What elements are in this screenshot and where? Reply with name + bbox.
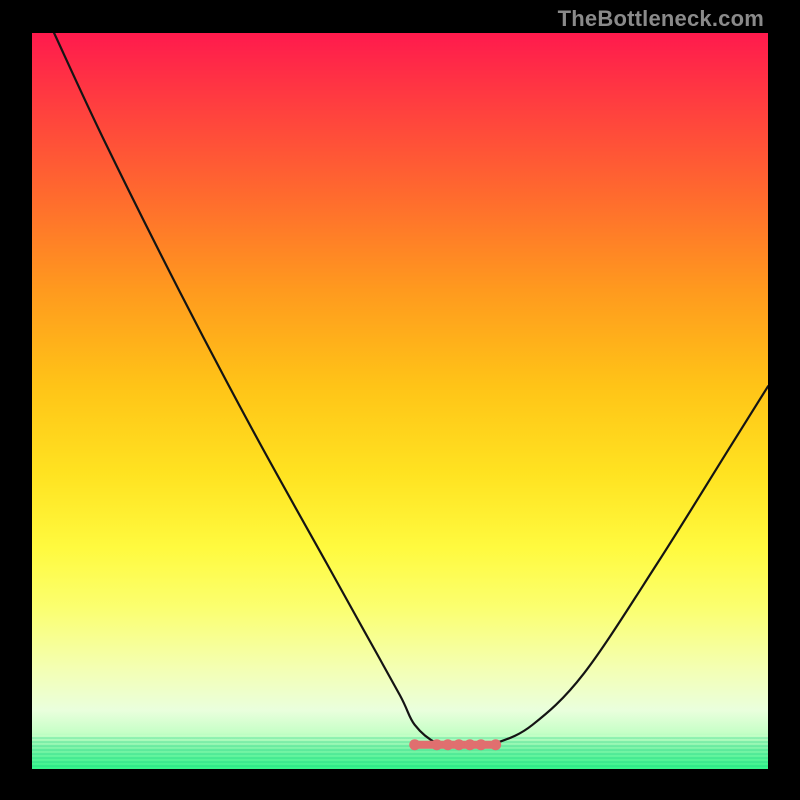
- optimal-point-dot: [490, 739, 501, 750]
- bottleneck-curve: [54, 33, 768, 747]
- optimal-point-dot: [409, 739, 420, 750]
- bottleneck-curve-svg: [32, 33, 768, 769]
- optimal-point-dot: [442, 739, 453, 750]
- watermark-text: TheBottleneck.com: [558, 6, 764, 32]
- optimal-point-dot: [464, 739, 475, 750]
- optimal-range-markers: [409, 739, 501, 750]
- optimal-point-dot: [475, 739, 486, 750]
- plot-area: [32, 33, 768, 769]
- optimal-point-dot: [453, 739, 464, 750]
- optimal-point-dot: [431, 739, 442, 750]
